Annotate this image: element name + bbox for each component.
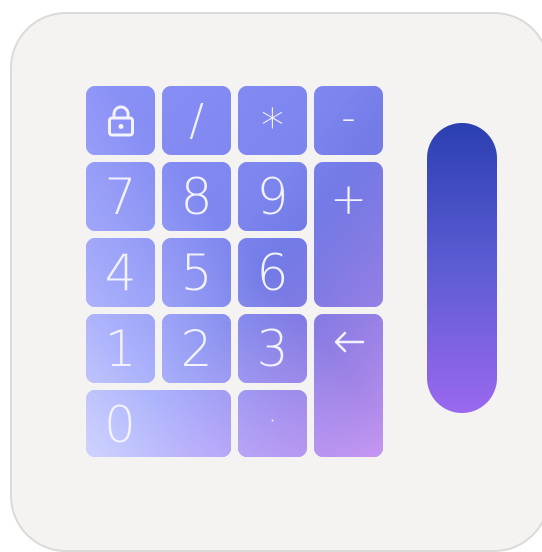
- six-label: 6: [256, 243, 289, 302]
- six-key[interactable]: 6: [238, 238, 307, 307]
- eight-key[interactable]: 8: [162, 162, 231, 231]
- zero-label: 0: [104, 395, 136, 454]
- lock-icon: [107, 105, 134, 136]
- seven-label: 7: [104, 167, 137, 226]
- two-key[interactable]: 2: [162, 314, 231, 383]
- one-label: 1: [104, 319, 137, 378]
- three-label: 3: [256, 319, 289, 378]
- decimal-key[interactable]: ·: [238, 390, 307, 459]
- multiply-key[interactable]: *: [238, 86, 307, 155]
- nine-label: 9: [256, 167, 289, 226]
- enter-key[interactable]: [314, 314, 383, 459]
- minus-label: -: [341, 94, 356, 141]
- enter-arrow-icon: [334, 331, 364, 353]
- four-key[interactable]: 4: [86, 238, 155, 307]
- decimal-label: ·: [267, 403, 278, 439]
- divide-key[interactable]: /: [162, 86, 231, 155]
- two-label: 2: [180, 319, 213, 378]
- three-key[interactable]: 3: [238, 314, 307, 383]
- numeric-keypad: / * - 7 8 9 + 4 5 6 1 2 3 0 ·: [86, 86, 383, 457]
- plus-key[interactable]: +: [314, 162, 383, 307]
- zero-key[interactable]: 0: [86, 390, 231, 459]
- divide-label: /: [189, 94, 204, 146]
- one-key[interactable]: 1: [86, 314, 155, 383]
- four-label: 4: [104, 243, 137, 302]
- five-label: 5: [180, 243, 213, 302]
- seven-key[interactable]: 7: [86, 162, 155, 231]
- plus-label: +: [330, 174, 367, 225]
- vertical-slider-bar[interactable]: [427, 123, 497, 413]
- multiply-label: *: [261, 98, 284, 153]
- num-lock-key[interactable]: [86, 86, 155, 155]
- five-key[interactable]: 5: [162, 238, 231, 307]
- eight-label: 8: [180, 167, 213, 226]
- minus-key[interactable]: -: [314, 86, 383, 155]
- nine-key[interactable]: 9: [238, 162, 307, 231]
